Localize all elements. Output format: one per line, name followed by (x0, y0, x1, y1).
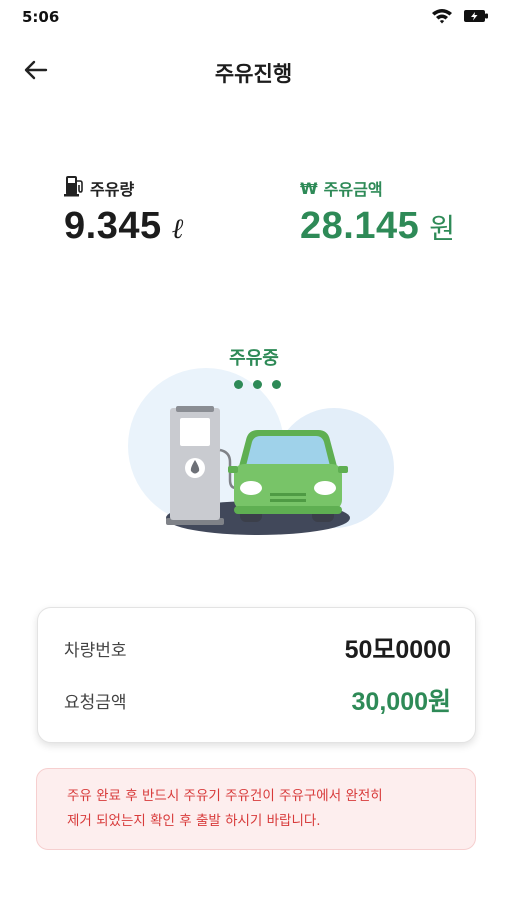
fuel-volume-label: 주유량 (90, 180, 135, 199)
fuel-volume-unit: ℓ (171, 212, 184, 245)
progress-dots (234, 380, 281, 389)
fuel-amount-label: 주유금액 (323, 180, 383, 199)
wifi-icon (431, 7, 453, 29)
fuel-volume-label-row: 주유량 (64, 175, 183, 201)
app-header: 주유진행 (0, 44, 507, 100)
warning-notice-text: 주유 완료 후 반드시 주유기 주유건이 주유구에서 완전히 제거 되었는지 확… (67, 788, 383, 829)
plate-number-label: 차량번호 (64, 640, 127, 661)
status-time: 5:06 (22, 8, 60, 26)
fueling-info-card: 차량번호 50모0000 요청금액 30,000원 (37, 607, 476, 743)
progress-dot (272, 380, 281, 389)
fuel-amount-value-row: 28.145 원 (300, 205, 455, 248)
fuel-volume-value: 9.345 (64, 205, 162, 247)
request-amount-label: 요청금액 (64, 692, 127, 713)
status-bar: 5:06 (0, 0, 507, 36)
progress-dot (234, 380, 243, 389)
request-amount-row: 요청금액 30,000원 (64, 682, 451, 718)
battery-icon (463, 8, 489, 28)
plate-number-row: 차량번호 50모0000 (64, 630, 451, 666)
fuel-amount-value: 28.145 (300, 205, 420, 247)
warning-notice: 주유 완료 후 반드시 주유기 주유건이 주유구에서 완전히 제거 되었는지 확… (36, 768, 476, 850)
fuel-amount-label-row: ₩ 주유금액 (300, 175, 455, 201)
fuel-volume-section: 주유량 9.345 ℓ (64, 175, 183, 248)
won-sign-icon: ₩ (300, 178, 318, 198)
request-amount-value: 30,000원 (351, 688, 451, 716)
fuel-amount-section: ₩ 주유금액 28.145 원 (300, 175, 455, 248)
page-title: 주유진행 (214, 62, 293, 86)
fueling-status-text: 주유중 (229, 348, 279, 369)
fuel-amount-unit: 원 (429, 212, 455, 245)
progress-dot (253, 380, 262, 389)
fuel-volume-value-row: 9.345 ℓ (64, 205, 183, 248)
status-icons (431, 7, 489, 29)
plate-number-value: 50모0000 (344, 636, 451, 664)
fuel-pump-icon (64, 175, 84, 201)
car-illustration (228, 430, 348, 522)
